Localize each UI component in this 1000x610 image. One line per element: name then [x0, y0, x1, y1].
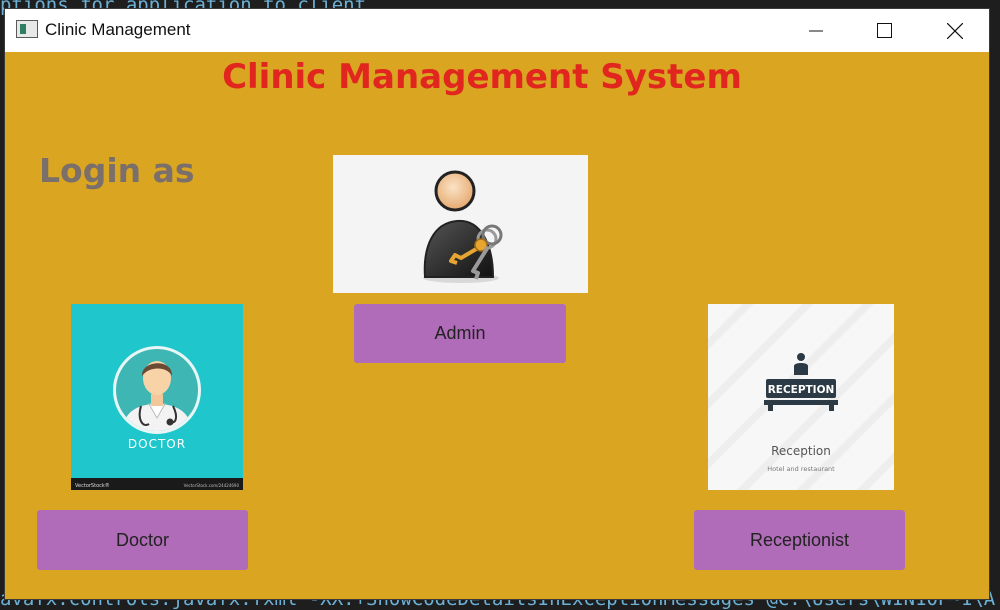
- doctor-button[interactable]: Doctor: [37, 510, 248, 570]
- app-window: Clinic Management Clinic Management Syst…: [5, 9, 989, 599]
- receptionist-button[interactable]: Receptionist: [694, 510, 905, 570]
- app-icon: [16, 20, 38, 38]
- reception-sign-text: RECEPTION: [768, 384, 835, 396]
- close-button[interactable]: [932, 9, 978, 52]
- page-title: Clinic Management System: [222, 57, 742, 97]
- doctor-icon: DOCTOR VectorStock® VectorStock.com/2442…: [71, 346, 243, 490]
- reception-subcaption: Hotel and restaurant: [767, 465, 835, 473]
- minimize-button[interactable]: [793, 9, 839, 52]
- admin-button[interactable]: Admin: [354, 304, 566, 363]
- receptionist-image: RECEPTION Reception Hotel and restaurant: [708, 304, 894, 490]
- doctor-image-text: DOCTOR: [128, 437, 186, 451]
- reception-icon: RECEPTION Reception Hotel and restaurant: [708, 304, 894, 490]
- reception-caption: Reception: [771, 444, 831, 458]
- admin-key-icon: [423, 170, 503, 283]
- admin-image: [333, 155, 588, 293]
- maximize-icon: [876, 23, 892, 38]
- title-bar[interactable]: Clinic Management: [5, 9, 989, 52]
- window-title: Clinic Management: [45, 20, 191, 39]
- minimize-icon: [809, 30, 823, 31]
- doctor-watermark-left: VectorStock®: [75, 482, 110, 489]
- maximize-button[interactable]: [861, 9, 907, 52]
- doctor-watermark-right: VectorStock.com/24424690: [184, 483, 240, 488]
- login-as-label: Login as: [39, 151, 195, 190]
- close-icon: [947, 22, 963, 39]
- doctor-image: DOCTOR VectorStock® VectorStock.com/2442…: [71, 304, 243, 490]
